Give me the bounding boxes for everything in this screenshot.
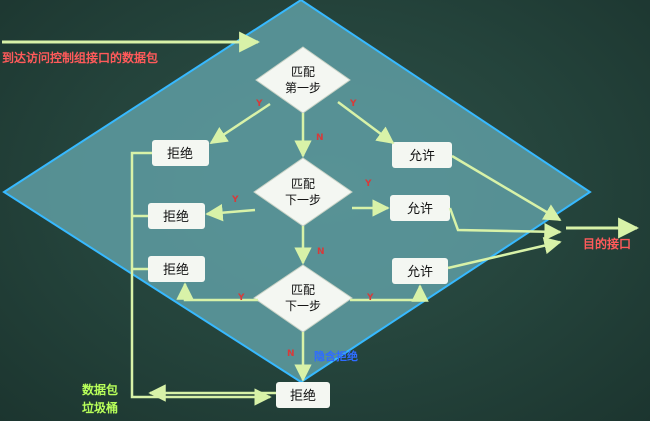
yes-mark-d3-left: Y xyxy=(237,293,245,303)
yes-mark-d3-right: Y xyxy=(366,293,374,303)
match-1-line1: 匹配 xyxy=(291,65,315,79)
implicit-deny-label: 隐含拒绝 xyxy=(314,349,358,363)
match-2-line2: 下一步 xyxy=(285,193,321,207)
no-mark-d3: N xyxy=(287,349,295,359)
deny-box-3-label: 拒绝 xyxy=(163,262,189,278)
deny-box-final-label: 拒绝 xyxy=(290,388,316,404)
match-2-line1: 匹配 xyxy=(291,177,315,191)
permit-box-1-label: 允许 xyxy=(409,148,435,164)
arrival-label: 到达访问控制组接口的数据包 xyxy=(2,50,158,65)
yes-mark-d2-left: Y xyxy=(231,195,239,205)
permit-box-2-label: 允许 xyxy=(407,201,433,217)
no-mark-d2: N xyxy=(317,247,325,257)
destination-label: 目的接口 xyxy=(583,236,631,251)
acl-flowchart-slide: 到达访问控制组接口的数据包 匹配 第一步 匹配 下一步 匹配 下一步 拒绝 拒绝… xyxy=(0,0,650,421)
deny-box-2-label: 拒绝 xyxy=(163,209,189,225)
yes-mark-d2-right: Y xyxy=(364,179,372,189)
garbage-label-line1: 数据包 xyxy=(82,382,118,397)
yes-mark-d1-right: Y xyxy=(349,99,357,109)
match-3-line1: 匹配 xyxy=(291,283,315,297)
garbage-label-line2: 垃圾桶 xyxy=(82,400,118,415)
flowchart-canvas: 到达访问控制组接口的数据包 匹配 第一步 匹配 下一步 匹配 下一步 拒绝 拒绝… xyxy=(2,0,640,415)
no-mark-d1: N xyxy=(316,133,324,143)
deny-box-1-label: 拒绝 xyxy=(167,146,193,162)
yes-mark-d1-left: Y xyxy=(255,99,263,109)
match-3-line2: 下一步 xyxy=(285,299,321,313)
match-1-line2: 第一步 xyxy=(285,81,321,95)
permit-box-3-label: 允许 xyxy=(407,264,433,280)
